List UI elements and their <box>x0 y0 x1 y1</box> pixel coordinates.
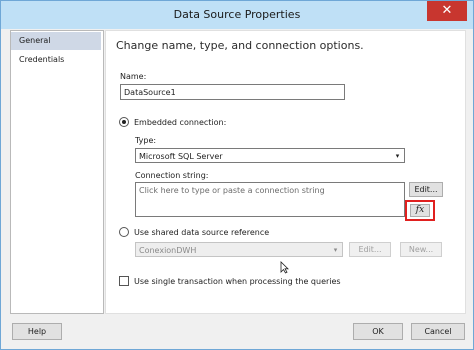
shared-data-source-label: Use shared data source reference <box>134 228 270 237</box>
ok-button[interactable]: OK <box>353 323 403 340</box>
shared-data-source-select[interactable]: ConexionDWH ▾ <box>135 242 343 257</box>
mouse-cursor-icon <box>280 261 289 274</box>
name-input[interactable]: DataSource1 <box>120 84 345 100</box>
connection-string-label: Connection string: <box>135 171 209 180</box>
shared-data-source-value: ConexionDWH <box>139 246 197 255</box>
connection-edit-button[interactable]: Edit... <box>409 182 443 197</box>
chevron-down-icon: ▾ <box>333 246 338 254</box>
fx-highlight: fx <box>405 200 435 221</box>
page-title: Change name, type, and connection option… <box>116 39 364 52</box>
sidebar: General Credentials <box>10 30 104 314</box>
sidebar-item-credentials[interactable]: Credentials <box>11 51 101 69</box>
cancel-button[interactable]: Cancel <box>411 323 465 340</box>
sidebar-item-general[interactable]: General <box>11 32 101 50</box>
help-button[interactable]: Help <box>12 323 62 340</box>
close-icon: ✕ <box>441 3 453 18</box>
shared-new-button[interactable]: New... <box>400 242 442 257</box>
shared-data-source-radio[interactable] <box>119 227 129 237</box>
close-button[interactable]: ✕ <box>427 1 467 21</box>
embedded-connection-label: Embedded connection: <box>134 118 227 127</box>
dialog-window: Data Source Properties ✕ General Credent… <box>0 0 474 350</box>
name-label: Name: <box>120 72 147 81</box>
type-select-value: Microsoft SQL Server <box>139 152 223 161</box>
main-panel: Change name, type, and connection option… <box>105 30 466 314</box>
single-transaction-label: Use single transaction when processing t… <box>134 277 341 286</box>
chevron-down-icon: ▾ <box>395 152 400 160</box>
type-label: Type: <box>135 136 157 145</box>
connection-string-placeholder: Click here to type or paste a connection… <box>139 186 325 195</box>
type-select[interactable]: Microsoft SQL Server ▾ <box>135 148 405 163</box>
connection-string-input[interactable]: Click here to type or paste a connection… <box>135 182 405 217</box>
title-bar: Data Source Properties ✕ <box>1 1 473 29</box>
shared-edit-button[interactable]: Edit... <box>349 242 391 257</box>
window-title: Data Source Properties <box>173 8 301 21</box>
single-transaction-checkbox[interactable] <box>119 276 129 286</box>
expression-button[interactable]: fx <box>410 204 430 217</box>
embedded-connection-radio[interactable] <box>119 117 129 127</box>
function-icon: fx <box>415 205 425 215</box>
